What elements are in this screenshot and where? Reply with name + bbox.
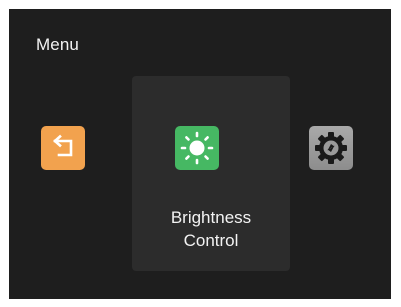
settings-menu-item[interactable] — [309, 126, 353, 170]
brightness-control-label: Brightness Control — [132, 206, 290, 252]
gear-icon — [315, 132, 347, 164]
brightness-control-menu-item[interactable] — [175, 126, 219, 170]
back-arrow-icon — [53, 134, 73, 157]
label-line-1: Brightness — [170, 208, 252, 227]
label-line-2: Control — [183, 231, 239, 250]
menu-title: Menu — [36, 35, 79, 54]
back-menu-item[interactable] — [41, 126, 85, 170]
sun-icon — [180, 131, 214, 165]
menu-screen: Menu Brightness Control — [9, 9, 391, 299]
